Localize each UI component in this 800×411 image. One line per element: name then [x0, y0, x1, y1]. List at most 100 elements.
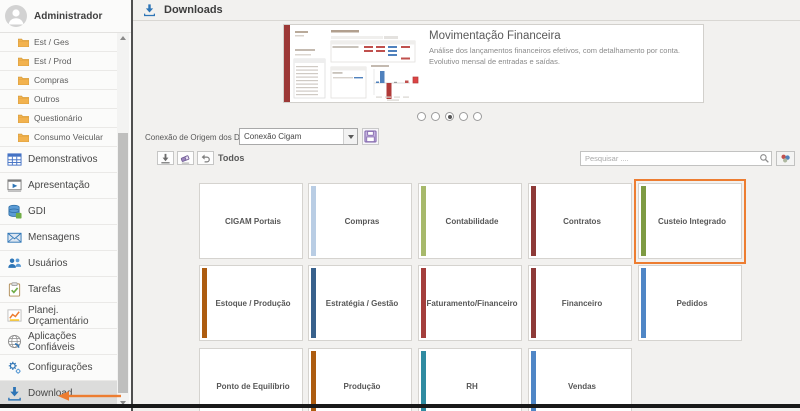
module-card-contratos[interactable]: Contratos [528, 183, 632, 259]
folder-icon [18, 76, 29, 85]
sidebar-item-folder[interactable]: Compras [0, 71, 117, 90]
window-bottom-edge [0, 404, 800, 408]
card-label: Pedidos [676, 298, 708, 308]
connection-select[interactable]: Conexão Cigam [239, 128, 358, 145]
module-card-rh[interactable]: RH [418, 348, 522, 411]
card-label: RH [466, 381, 478, 391]
card-label: Financeiro [561, 298, 603, 308]
scrollbar-thumb[interactable] [118, 133, 128, 393]
download-selected-button[interactable] [157, 151, 174, 165]
module-card-custeio-integrado[interactable]: Custeio Integrado [638, 183, 742, 259]
carousel-dot[interactable] [431, 112, 440, 121]
sidebar-item-gdi[interactable]: GDI [0, 199, 117, 225]
card-label: Compras [344, 216, 380, 226]
carousel-item-description: Análise dos lançamentos financeiros efet… [429, 46, 680, 66]
module-card-produ-o[interactable]: Produção [308, 348, 412, 411]
module-card-cigam-portais[interactable]: CIGAM Portais [199, 183, 303, 259]
carousel-dot[interactable] [417, 112, 426, 121]
scroll-up-icon[interactable] [117, 33, 129, 43]
folder-icon [18, 133, 29, 142]
card-label: Estoque / Produção [215, 298, 291, 308]
filter-settings-icon [780, 153, 791, 164]
sidebar-item-label: Compras [34, 75, 69, 85]
module-card-estrat-gia-gest-o[interactable]: Estratégia / Gestão [308, 265, 412, 341]
sidebar-item-label: Questionário [34, 113, 83, 123]
folder-icon [18, 38, 29, 47]
module-card-ponto-de-equil-brio[interactable]: Ponto de Equilíbrio [199, 348, 303, 411]
sidebar-item-mensagens[interactable]: Mensagens [0, 225, 117, 251]
card-label: Contratos [563, 216, 601, 226]
folder-icon [18, 57, 29, 66]
card-label: Custeio Integrado [657, 216, 726, 226]
search-icon[interactable] [758, 153, 771, 164]
undo-icon [200, 153, 211, 164]
sidebar-item-label: Demonstrativos [28, 154, 98, 165]
sidebar-item-folder[interactable]: Outros [0, 90, 117, 109]
sidebar-item-label: Est / Ges [34, 37, 69, 47]
user-name: Administrador [34, 10, 103, 22]
sidebar-item-tarefas[interactable]: Tarefas [0, 277, 117, 303]
module-card-contabilidade[interactable]: Contabilidade [418, 183, 522, 259]
sidebar-item-label: Usuários [28, 258, 68, 269]
sidebar-item-folder[interactable]: Est / Ges [0, 33, 117, 52]
save-icon [364, 130, 377, 143]
database-icon [7, 204, 22, 219]
sidebar-item-folder[interactable]: Questionário [0, 109, 117, 128]
sidebar-menu-list: Demonstrativos Apresentação GDI Mensagens Us… [0, 147, 117, 407]
module-card-pedidos[interactable]: Pedidos [638, 265, 742, 341]
sidebar-item-aplica-es-confi-veis[interactable]: Aplicações Confiáveis [0, 329, 117, 355]
folder-icon [18, 114, 29, 123]
eraser-icon [180, 153, 191, 164]
presentation-icon [7, 178, 22, 193]
sidebar-item-label: Est / Prod [34, 56, 72, 66]
card-label: Contabilidade [445, 216, 499, 226]
card-label: Produção [343, 381, 381, 391]
sidebar-item-demonstrativos[interactable]: Demonstrativos [0, 147, 117, 173]
module-card-financeiro[interactable]: Financeiro [528, 265, 632, 341]
sidebar-scrollbar[interactable] [117, 33, 129, 408]
sidebar-item-folder[interactable]: Est / Prod [0, 52, 117, 71]
carousel-dot[interactable] [473, 112, 482, 121]
user-header[interactable]: Administrador [0, 0, 131, 33]
sidebar-item-folder[interactable]: Consumo Veicular [0, 128, 117, 147]
clear-selection-button[interactable] [177, 151, 194, 165]
users-icon [7, 256, 22, 271]
table-grid-icon [7, 152, 22, 167]
advanced-filter-button[interactable] [776, 151, 795, 166]
sidebar-item-configura-es[interactable]: Configurações [0, 355, 117, 381]
sidebar-item-apresenta-o[interactable]: Apresentação [0, 173, 117, 199]
carousel-dot[interactable] [459, 112, 468, 121]
carousel-item[interactable]: Movimentação Financeira Análise dos lanç… [283, 24, 704, 103]
download-icon [7, 386, 22, 401]
tab-todos[interactable]: Todos [218, 153, 244, 163]
carousel-dot[interactable] [445, 112, 454, 121]
sidebar-item-label: Outros [34, 94, 60, 104]
module-card-estoque-produ-o[interactable]: Estoque / Produção [199, 265, 303, 341]
sidebar-item-label: Download [28, 388, 73, 399]
sidebar: Administrador Est / Ges Est / Prod Compras… [0, 0, 131, 411]
sidebar-item-label: Configurações [28, 362, 93, 373]
module-card-vendas[interactable]: Vendas [528, 348, 632, 411]
carousel-thumbnail [284, 25, 420, 102]
search-input[interactable] [581, 152, 758, 165]
module-card-faturamento-financeiro[interactable]: Faturamento/Financeiro [418, 265, 522, 341]
sidebar-item-usu-rios[interactable]: Usuários [0, 251, 117, 277]
page-header: Downloads [133, 0, 800, 21]
envelope-icon [7, 230, 22, 245]
sidebar-item-label: Aplicações Confiáveis [28, 330, 77, 353]
dashboard-preview-image [284, 25, 420, 102]
clipboard-check-icon [7, 282, 22, 297]
module-card-compras[interactable]: Compras [308, 183, 412, 259]
save-connection-button[interactable] [362, 128, 379, 145]
connection-selected-value: Conexão Cigam [244, 132, 302, 141]
undo-button[interactable] [197, 151, 214, 165]
download-small-icon [160, 153, 171, 164]
page-title: Downloads [164, 4, 223, 16]
download-icon [143, 3, 156, 17]
globe-icon [7, 334, 22, 349]
carousel-item-info: Movimentação Financeira Análise dos lanç… [420, 25, 703, 102]
sidebar-folder-list: Est / Ges Est / Prod Compras Outros Question… [0, 33, 117, 147]
sidebar-item-planej-or-ament-rio[interactable]: Planej. Orçamentário [0, 303, 117, 329]
app-window: Administrador Est / Ges Est / Prod Compras… [0, 0, 800, 411]
chevron-down-icon[interactable] [343, 129, 357, 144]
